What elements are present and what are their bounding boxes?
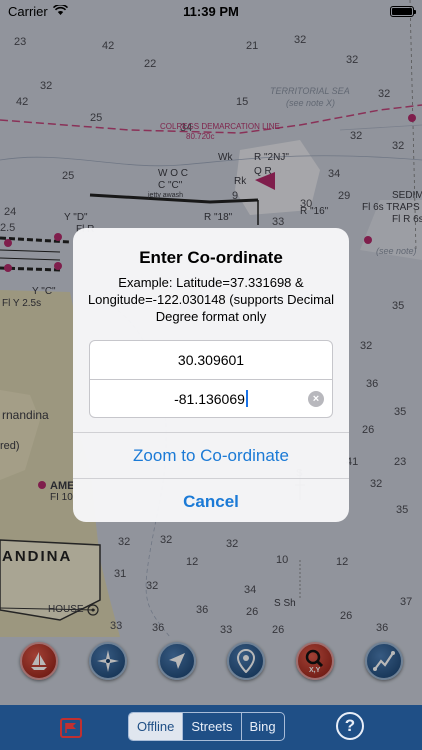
cancel-button[interactable]: Cancel xyxy=(73,478,349,522)
map-type-segmented-control: Offline Streets Bing xyxy=(128,712,285,741)
flag-icon[interactable] xyxy=(60,717,82,738)
help-button[interactable]: ? xyxy=(336,712,364,740)
zoom-to-coordinate-button[interactable]: Zoom to Co-ordinate xyxy=(73,432,349,478)
tab-offline[interactable]: Offline xyxy=(129,713,183,740)
dialog-title: Enter Co-ordinate xyxy=(139,248,283,267)
longitude-value: -81.136069 xyxy=(174,390,245,407)
tab-streets[interactable]: Streets xyxy=(182,713,240,740)
tab-bing[interactable]: Bing xyxy=(240,713,284,740)
text-cursor xyxy=(245,390,248,407)
latitude-value: 30.309601 xyxy=(177,352,245,368)
latitude-field[interactable]: 30.309601 xyxy=(90,341,332,379)
coordinate-fields: 30.309601 -81.136069 × xyxy=(89,340,333,418)
dialog-message: Example: Latitude=37.331698 & Longitude=… xyxy=(87,275,335,325)
enter-coordinate-dialog: Enter Co-ordinate Example: Latitude=37.3… xyxy=(73,228,349,522)
clear-icon[interactable]: × xyxy=(308,391,324,407)
longitude-field[interactable]: -81.136069 × xyxy=(90,379,332,417)
